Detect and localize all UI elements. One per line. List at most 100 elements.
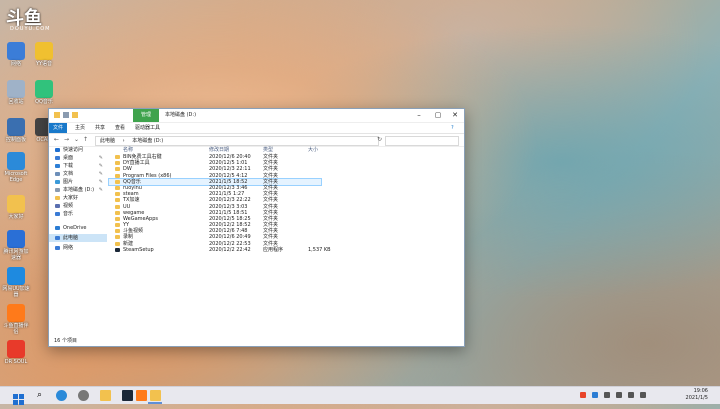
nav-item[interactable]: 文档 ✎ <box>49 170 107 178</box>
file-type: 应用程序 <box>263 246 284 253</box>
star-icon <box>55 148 60 152</box>
column-name[interactable]: 名称 <box>123 146 133 154</box>
desktop-icon[interactable]: QQ音乐 <box>30 80 58 105</box>
nav-item[interactable]: 下载 ✎ <box>49 162 107 170</box>
folder-icon <box>115 167 120 172</box>
tab-view[interactable]: 查看 <box>111 123 129 133</box>
column-type[interactable]: 类型 <box>263 146 273 154</box>
ribbon-tabs: 文件 主页 共享 查看 驱动器工具 ? <box>49 123 464 134</box>
nav-item[interactable]: OneDrive <box>49 224 107 232</box>
refresh-icon[interactable]: ↻ <box>377 134 382 146</box>
file-row[interactable]: SteamSetup 2020/12/2 22:42 应用程序 1,537 KB <box>109 247 464 253</box>
desktop-icon-label: 斗鱼直播伴侣 <box>3 323 29 335</box>
nav-item[interactable]: 本地磁盘 (D:) ✎ <box>49 186 107 194</box>
tray-icon-3[interactable] <box>604 392 610 398</box>
douyu-icon[interactable] <box>136 390 147 401</box>
desktop-icon[interactable]: 控制面板 <box>2 118 30 143</box>
desktop-icon-label: Microsoft Edge <box>4 171 28 183</box>
desktop-icon[interactable]: Microsoft Edge <box>2 152 30 183</box>
file-explorer-icon[interactable] <box>100 390 111 401</box>
nav-item[interactable]: 大家好 <box>49 194 107 202</box>
edge-icon[interactable] <box>56 390 67 401</box>
explorer-window-icon[interactable] <box>150 390 161 401</box>
start-button[interactable] <box>13 390 24 405</box>
nav-item-label: 大家好 <box>63 195 79 201</box>
chevron-down-icon[interactable]: ⌄ <box>74 134 79 146</box>
taskbar: ⌕ 19:06 2021/1/5 <box>0 386 720 405</box>
logo-sub: DOUYU.COM <box>10 26 51 32</box>
desktop-icon-label: 控制面板 <box>5 137 26 143</box>
column-headers: 名称 修改日期 类型 大小 <box>109 146 464 154</box>
nav-item[interactable]: 图片 ✎ <box>49 178 107 186</box>
folder-icon <box>115 204 120 209</box>
search-input[interactable] <box>385 136 459 146</box>
desktop-icon[interactable]: 回收站 <box>2 80 30 105</box>
tray-icon-2[interactable] <box>592 392 598 398</box>
nav-item[interactable]: 此电脑 <box>49 234 107 242</box>
desktop-icon[interactable]: 网易UU加速器 <box>2 267 30 298</box>
settings-icon[interactable] <box>78 390 89 401</box>
clock-time: 19:06 <box>693 388 708 394</box>
douyu-companion-icon <box>7 304 25 322</box>
nav-item-label: 图片 <box>63 179 74 185</box>
notification-icon[interactable] <box>640 392 646 398</box>
picture-icon <box>55 180 60 184</box>
tab-manage[interactable]: 管理 <box>133 109 159 122</box>
nav-item[interactable]: 桌面 ✎ <box>49 154 107 162</box>
nav-item-label: 文档 <box>63 171 74 177</box>
back-icon[interactable]: ← <box>54 134 59 146</box>
folder-icon <box>115 241 120 246</box>
nav-item[interactable]: 网络 <box>49 244 107 252</box>
column-size[interactable]: 大小 <box>308 146 318 154</box>
nav-item[interactable]: 快速访问 <box>49 146 107 154</box>
folder-icon <box>115 161 120 166</box>
breadcrumb-this-pc[interactable]: 此电脑 <box>100 138 115 144</box>
drive-icon <box>55 188 60 192</box>
breadcrumb-drive[interactable]: 本地磁盘 (D:) <box>132 138 163 144</box>
file-size: 1,537 KB <box>308 246 331 253</box>
minimize-button[interactable]: – <box>410 109 428 122</box>
desktop-icon[interactable]: 腾讯网游加速器 <box>2 230 30 261</box>
tab-home[interactable]: 主页 <box>71 123 89 133</box>
column-date[interactable]: 修改日期 <box>209 146 229 154</box>
network-tray-icon[interactable] <box>616 392 622 398</box>
folder-icon <box>115 198 120 203</box>
address-field[interactable]: 此电脑 › 本地磁盘 (D:) <box>95 136 379 146</box>
desktop-icon[interactable]: DR SOUL <box>2 340 30 365</box>
volume-icon[interactable] <box>628 392 634 398</box>
file-date: 2020/12/2 22:42 <box>209 246 251 253</box>
desktop-icon <box>55 156 60 160</box>
help-icon[interactable]: ? <box>447 123 458 133</box>
properties-icon[interactable] <box>63 112 69 118</box>
up-icon[interactable]: ↑ <box>83 134 88 146</box>
tab-share[interactable]: 共享 <box>91 123 109 133</box>
desktop-icon[interactable]: 斗鱼直播伴侣 <box>2 304 30 335</box>
desktop-icon[interactable]: YY语音 <box>30 42 58 67</box>
search-icon[interactable]: ⌕ <box>34 390 45 401</box>
clock[interactable]: 19:06 2021/1/5 <box>686 388 708 402</box>
status-bar: 16 个项目 <box>54 338 77 344</box>
nav-item-label: 音乐 <box>63 211 74 217</box>
title-bar[interactable]: 管理 本地磁盘 (D:) – ▢ ✕ <box>49 109 464 123</box>
tab-drive-tools[interactable]: 驱动器工具 <box>131 123 164 133</box>
tab-file[interactable]: 文件 <box>49 123 68 133</box>
pin-icon: ✎ <box>98 155 103 161</box>
nav-item-label: 快速访问 <box>63 147 84 153</box>
desktop-icon[interactable]: 网络 <box>2 42 30 67</box>
maximize-button[interactable]: ▢ <box>429 109 447 122</box>
steam-icon[interactable] <box>122 390 133 401</box>
nav-item[interactable]: 音乐 <box>49 210 107 218</box>
folder-icon <box>115 155 120 159</box>
new-folder-icon[interactable] <box>72 112 78 118</box>
nav-item-label: 桌面 <box>63 155 74 161</box>
desktop-icon[interactable]: 大家好 <box>2 195 30 220</box>
folder-icon <box>115 179 120 184</box>
close-button[interactable]: ✕ <box>446 109 464 122</box>
pin-icon: ✎ <box>98 179 103 185</box>
document-icon <box>55 172 60 176</box>
nav-item[interactable]: 视频 <box>49 202 107 210</box>
navigation-pane: 快速访问 桌面 ✎ 下载 ✎ 文档 ✎ 图片 ✎ 本地磁盘 (D:) ✎ 大家好 视频 音乐 OneDriv… <box>49 146 107 336</box>
onedrive-icon <box>55 226 60 230</box>
forward-icon[interactable]: → <box>64 134 69 146</box>
sougou-ime-icon[interactable] <box>580 392 586 398</box>
